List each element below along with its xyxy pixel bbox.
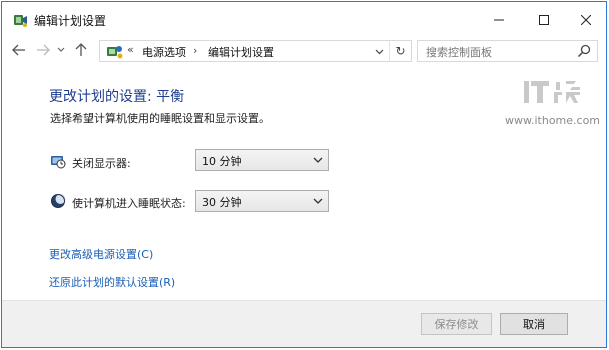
- arrow-up-icon: [75, 43, 87, 56]
- address-overflow[interactable]: «: [127, 43, 134, 56]
- power-plan-icon: [12, 12, 28, 28]
- control-panel-icon: [106, 43, 124, 60]
- back-button[interactable]: [8, 38, 30, 62]
- display-off-label: 关闭显示器:: [72, 157, 131, 170]
- minimize-icon: [494, 19, 504, 20]
- refresh-icon: ↻: [395, 44, 406, 58]
- forward-button[interactable]: [32, 38, 54, 62]
- chevron-down-icon: [375, 49, 383, 54]
- save-changes-button[interactable]: 保存修改: [421, 313, 492, 335]
- search-input[interactable]: 搜索控制面板: [417, 40, 598, 62]
- page-title: 更改计划的设置: 平衡: [49, 89, 185, 105]
- restore-defaults-link[interactable]: 还原此计划的默认设置(R): [49, 274, 175, 290]
- breadcrumb-power-options[interactable]: 电源选项: [142, 44, 186, 60]
- footer-bar: 保存修改 取消: [2, 300, 606, 347]
- display-off-select[interactable]: 10 分钟: [195, 149, 329, 171]
- arrow-left-icon: [12, 44, 25, 56]
- advanced-power-settings-link[interactable]: 更改高级电源设置(C): [49, 246, 153, 262]
- navigation-bar: « 电源选项 › 编辑计划设置 ↻ 搜索控制面板: [2, 38, 606, 62]
- minimize-button[interactable]: [478, 2, 520, 37]
- cancel-button[interactable]: 取消: [500, 313, 568, 335]
- close-button[interactable]: [565, 2, 607, 37]
- breadcrumb-edit-plan[interactable]: 编辑计划设置: [208, 44, 274, 60]
- search-placeholder: 搜索控制面板: [426, 46, 492, 59]
- display-off-value: 10 分钟: [202, 155, 242, 168]
- window-title: 编辑计划设置: [34, 14, 107, 28]
- maximize-icon: [539, 14, 549, 25]
- up-button[interactable]: [70, 38, 92, 62]
- arrow-right-icon: [37, 44, 50, 56]
- address-history-button[interactable]: [372, 43, 386, 60]
- sleep-label: 使计算机进入睡眠状态:: [72, 197, 186, 210]
- refresh-button[interactable]: ↻: [389, 41, 411, 61]
- chevron-down-icon: [313, 198, 323, 204]
- sleep-value: 30 分钟: [202, 196, 242, 209]
- address-bar[interactable]: « 电源选项 › 编辑计划设置 ↻: [99, 40, 412, 62]
- chevron-down-icon: [57, 47, 65, 52]
- watermark-url: www.ithome.com: [505, 114, 601, 127]
- moon-sleep-icon: [50, 193, 66, 209]
- clock-monitor-icon: [50, 153, 66, 169]
- breadcrumb-separator[interactable]: ›: [193, 44, 197, 57]
- recent-locations-button[interactable]: [54, 38, 68, 62]
- ithome-logo: [524, 78, 582, 106]
- page-description: 选择希望计算机使用的睡眠设置和显示设置。: [50, 112, 270, 125]
- sleep-select[interactable]: 30 分钟: [195, 190, 329, 212]
- maximize-button[interactable]: [523, 2, 565, 37]
- edit-plan-settings-window: 编辑计划设置 « 电源选项 › 编辑计划设置 ↻ 搜索控制面板 更改计划的设置:…: [1, 1, 607, 348]
- close-icon: [581, 14, 591, 25]
- title-bar[interactable]: 编辑计划设置: [2, 2, 606, 37]
- chevron-down-icon: [313, 157, 323, 163]
- search-icon[interactable]: [577, 44, 591, 58]
